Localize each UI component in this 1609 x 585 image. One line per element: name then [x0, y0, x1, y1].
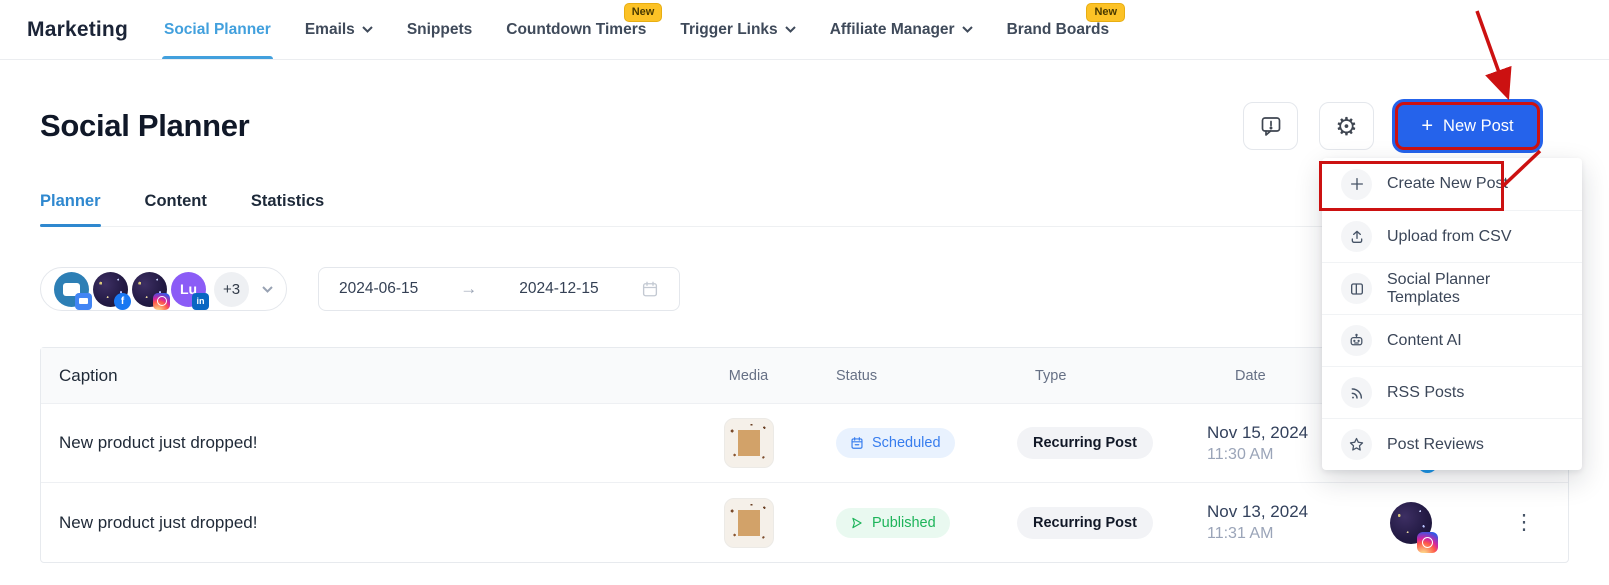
- linkedin-icon: in: [192, 293, 209, 310]
- chevron-down-icon: [262, 286, 273, 293]
- star-icon: [1341, 429, 1372, 460]
- post-media-thumbnail[interactable]: [724, 498, 774, 548]
- chevron-down-icon: [785, 26, 796, 33]
- nav-item-emails[interactable]: Emails: [305, 0, 373, 59]
- page-title: Social Planner: [40, 108, 249, 144]
- end-date: 2024-12-15: [519, 280, 598, 298]
- status-badge: Scheduled: [836, 428, 955, 458]
- settings-button[interactable]: ⚙: [1319, 102, 1374, 150]
- post-caption: New product just dropped!: [41, 513, 701, 533]
- send-icon: [850, 516, 864, 530]
- avatar: f: [93, 272, 128, 307]
- page-header: Social Planner ⚙ + New Post: [40, 102, 1609, 150]
- row-menu-button[interactable]: ⋮: [1514, 512, 1536, 533]
- column-header-caption: Caption: [41, 366, 701, 386]
- avatar: [54, 272, 89, 307]
- chevron-down-icon: [362, 26, 373, 33]
- active-underline: [162, 56, 273, 59]
- feedback-icon: [1259, 114, 1283, 138]
- post-type-pill: Recurring Post: [1017, 507, 1153, 539]
- avatar: Lu in: [171, 272, 206, 307]
- nav-item-trigger-links[interactable]: Trigger Links: [680, 0, 795, 59]
- nav-item-affiliate-manager[interactable]: Affiliate Manager: [830, 0, 973, 59]
- active-tab-underline: [40, 224, 101, 227]
- date-range-picker[interactable]: 2024-06-15 → 2024-12-15: [318, 267, 680, 311]
- post-caption: New product just dropped!: [41, 433, 701, 453]
- more-accounts-count: +3: [214, 272, 249, 307]
- new-post-dropdown-menu: Create New Post Upload from CSV Social P…: [1322, 158, 1582, 470]
- feedback-button[interactable]: [1243, 102, 1298, 150]
- facebook-icon: f: [114, 293, 131, 310]
- nav-item-social-planner[interactable]: Social Planner: [164, 0, 271, 59]
- templates-icon: [1341, 273, 1372, 304]
- account-avatar: [1390, 502, 1432, 544]
- column-header-date: Date: [1191, 368, 1341, 384]
- start-date: 2024-06-15: [339, 280, 418, 298]
- post-time: 11:31 AM: [1207, 525, 1341, 543]
- post-date: Nov 13, 2024: [1207, 502, 1341, 522]
- nav-item-snippets[interactable]: Snippets: [407, 0, 472, 59]
- app-title: Marketing: [27, 18, 128, 42]
- menu-item-social-planner-templates[interactable]: Social Planner Templates: [1322, 262, 1582, 314]
- menu-item-create-new-post[interactable]: Create New Post: [1322, 158, 1582, 210]
- top-navigation: Marketing Social Planner Emails Snippets…: [0, 0, 1609, 60]
- instagram-icon: [1417, 532, 1438, 553]
- tab-content[interactable]: Content: [145, 192, 207, 226]
- instagram-icon: [153, 293, 170, 310]
- new-badge: New: [1086, 3, 1125, 22]
- tab-statistics[interactable]: Statistics: [251, 192, 324, 226]
- new-post-button[interactable]: + New Post: [1395, 102, 1540, 150]
- post-type-pill: Recurring Post: [1017, 427, 1153, 459]
- menu-item-upload-from-csv[interactable]: Upload from CSV: [1322, 210, 1582, 262]
- header-actions: ⚙ + New Post: [1243, 102, 1540, 150]
- column-header-type: Type: [1001, 368, 1191, 384]
- avatar: [132, 272, 167, 307]
- new-badge: New: [624, 3, 663, 22]
- table-row[interactable]: New product just dropped! Published Recu…: [41, 483, 1568, 562]
- column-header-media: Media: [701, 368, 796, 384]
- google-business-icon: [75, 293, 92, 310]
- column-header-status: Status: [796, 368, 1001, 384]
- post-time: 11:30 AM: [1207, 446, 1341, 464]
- arrow-right-icon: →: [460, 279, 477, 299]
- status-badge: Published: [836, 508, 950, 538]
- plus-icon: +: [1421, 116, 1433, 136]
- robot-icon: [1341, 325, 1372, 356]
- account-filter-dropdown[interactable]: f Lu in +3: [40, 267, 287, 311]
- menu-item-post-reviews[interactable]: Post Reviews: [1322, 418, 1582, 470]
- calendar-icon: [641, 280, 659, 298]
- calendar-icon: [850, 436, 864, 450]
- nav-items: Social Planner Emails Snippets Countdown…: [164, 0, 1109, 59]
- chevron-down-icon: [962, 26, 973, 33]
- menu-item-content-ai[interactable]: Content AI: [1322, 314, 1582, 366]
- menu-item-rss-posts[interactable]: RSS Posts: [1322, 366, 1582, 418]
- gear-icon: ⚙: [1335, 114, 1357, 139]
- rss-icon: [1341, 377, 1372, 408]
- upload-icon: [1341, 221, 1372, 252]
- tab-planner[interactable]: Planner: [40, 192, 101, 226]
- post-media-thumbnail[interactable]: [724, 418, 774, 468]
- post-date: Nov 15, 2024: [1207, 423, 1341, 443]
- nav-item-countdown-timers[interactable]: Countdown Timers New: [506, 0, 646, 59]
- nav-item-brand-boards[interactable]: Brand Boards New: [1007, 0, 1110, 59]
- plus-icon: [1341, 169, 1372, 200]
